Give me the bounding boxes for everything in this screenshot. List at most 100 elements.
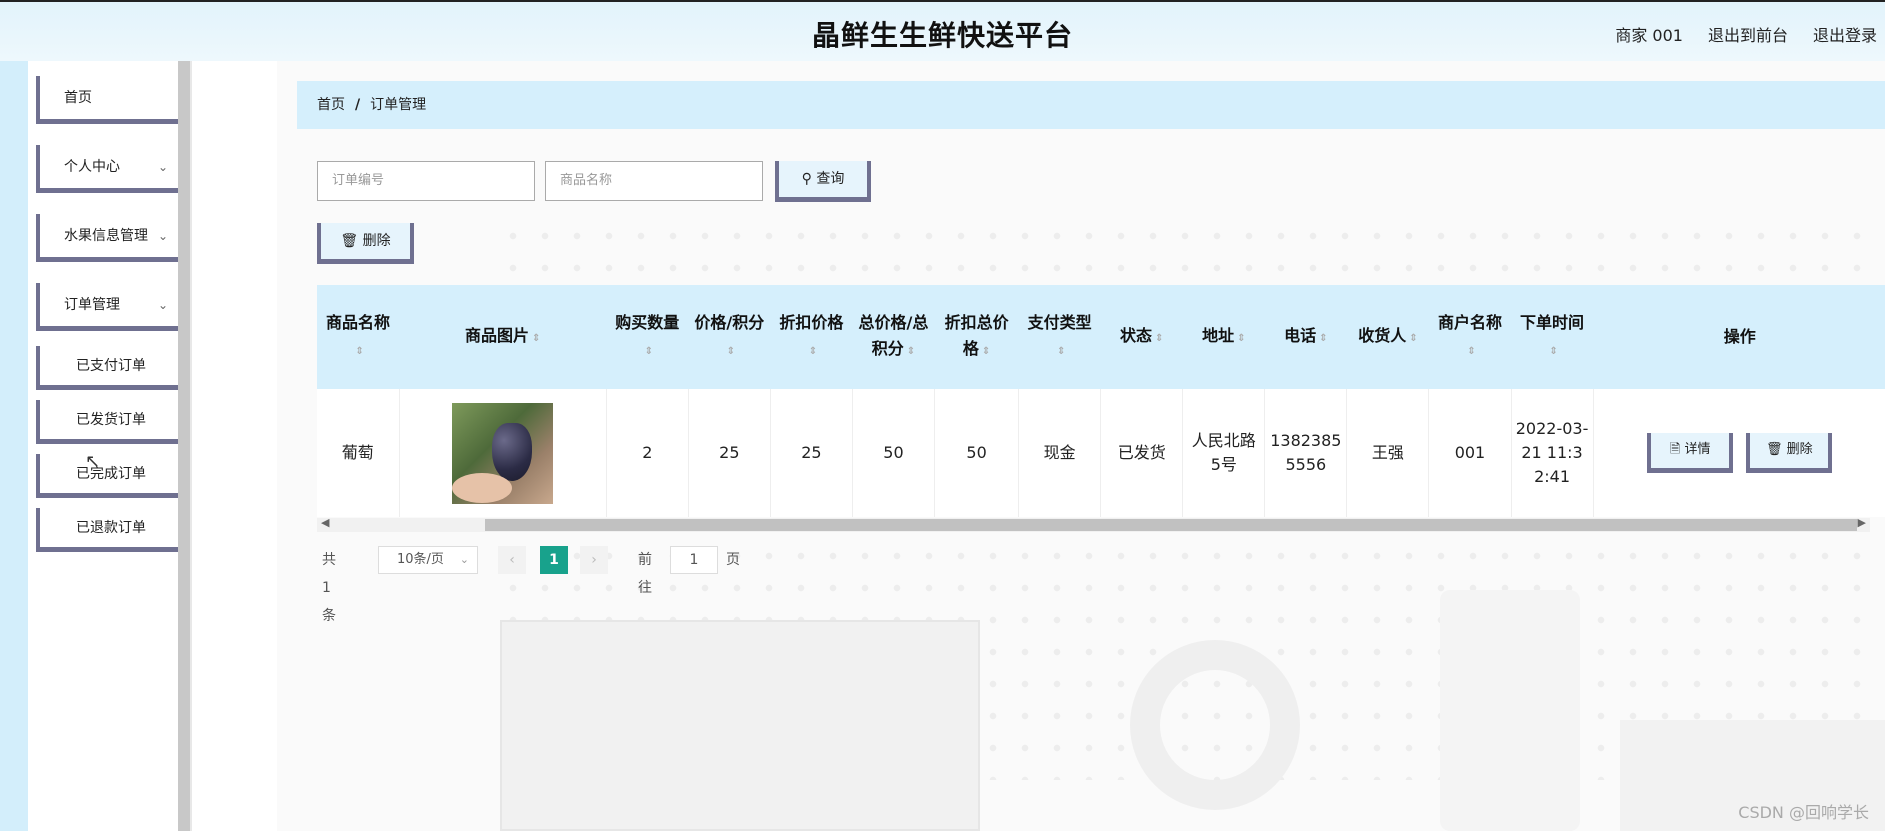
sidebar-subitem-shipped-orders[interactable]: 已发货订单	[36, 400, 186, 444]
column-header[interactable]: 商品图片 ⇕	[399, 285, 606, 389]
horizontal-scrollbar[interactable]: ◀ ▶	[317, 516, 1870, 532]
detail-button[interactable]: 🗎 详情	[1647, 433, 1734, 473]
watermark: CSDN @回响学长	[1738, 803, 1869, 822]
cell-pay-type: 现金	[1018, 389, 1102, 517]
cell-price: 25	[688, 389, 771, 517]
column-header[interactable]: 支付类型⇕	[1019, 285, 1101, 389]
orders-table: 商品名称⇕ 商品图片 ⇕ 购买数量⇕ 价格/积分⇕ 折扣价格⇕ 总价格/总积分 ⇕ …	[317, 285, 1885, 535]
page-number-current[interactable]: 1	[540, 546, 568, 574]
column-header[interactable]: 总价格/总积分 ⇕	[852, 285, 934, 389]
chevron-down-icon: ⌄	[157, 160, 168, 174]
scroll-left-icon[interactable]: ◀	[321, 516, 329, 529]
breadcrumb-home[interactable]: 首页	[317, 97, 345, 113]
scrollbar-thumb[interactable]	[485, 519, 1857, 531]
sidebar-item-label: 首页	[64, 90, 92, 106]
sidebar-subitem-refunded-orders[interactable]: 已退款订单	[36, 508, 186, 552]
sort-icon[interactable]: ⇕	[645, 346, 653, 357]
trash-icon: 🗑	[340, 233, 359, 249]
trash-icon: 🗑	[1765, 442, 1783, 457]
sidebar-subitem-completed-orders[interactable]: 已完成订单	[36, 454, 186, 498]
sidebar-item-fruit-info[interactable]: 水果信息管理 ⌄	[36, 214, 186, 262]
sort-icon[interactable]: ⇕	[1467, 346, 1475, 357]
sort-icon[interactable]: ⇕	[355, 346, 363, 357]
cell-product-image	[399, 389, 607, 517]
sidebar-item-order-management[interactable]: 订单管理 ⌄	[36, 283, 186, 331]
detail-button-label: 详情	[1684, 442, 1711, 457]
sidebar-item-label: 订单管理	[64, 297, 120, 313]
product-name-input[interactable]: 商品名称	[545, 161, 763, 201]
column-header[interactable]: 地址 ⇕	[1183, 285, 1265, 389]
query-button-label: 查询	[816, 171, 845, 187]
sort-icon[interactable]: ⇕	[907, 346, 915, 357]
column-header[interactable]: 折扣总价格 ⇕	[935, 285, 1019, 389]
column-header[interactable]: 折扣价格⇕	[770, 285, 852, 389]
background-tray-image	[500, 620, 980, 831]
query-button[interactable]: ⚲ 查询	[775, 161, 871, 202]
cell-merchant: 001	[1428, 389, 1512, 517]
page-unit-label: 页	[726, 552, 740, 568]
cell-receiver: 王强	[1346, 389, 1430, 517]
exit-to-frontend-link[interactable]: 退出到前台	[1708, 22, 1788, 46]
sort-icon[interactable]: ⇕	[1319, 333, 1327, 344]
sort-icon[interactable]: ⇕	[532, 333, 540, 344]
cell-total-price: 50	[852, 389, 936, 517]
sort-icon[interactable]: ⇕	[1237, 333, 1245, 344]
sidebar-item-home[interactable]: 首页	[36, 76, 186, 124]
page-size-select[interactable]: 10条/页 ⌄	[378, 546, 478, 574]
column-header[interactable]: 状态 ⇕	[1101, 285, 1183, 389]
column-header[interactable]: 下单时间⇕	[1511, 285, 1593, 389]
mouse-cursor-icon: ↖	[85, 451, 101, 472]
sort-icon[interactable]: ⇕	[1549, 346, 1557, 357]
prev-page-button[interactable]: ‹	[498, 546, 526, 574]
column-header[interactable]: 价格/积分⇕	[688, 285, 770, 389]
cell-status: 已发货	[1100, 389, 1184, 517]
sort-icon[interactable]: ⇕	[982, 346, 990, 357]
order-number-input[interactable]: 订单编号	[317, 161, 535, 201]
pagination-total: 共 1 条	[322, 552, 336, 624]
sort-icon[interactable]: ⇕	[1155, 333, 1163, 344]
chevron-down-icon: ⌄	[157, 298, 168, 312]
document-icon: 🗎	[1669, 442, 1681, 457]
breadcrumb-separator: /	[355, 97, 361, 113]
sidebar: 首页 个人中心 ⌄ 水果信息管理 ⌄ 订单管理 ⌄ 已支付订单 已发货订单 已完…	[28, 61, 186, 831]
column-header[interactable]: 商品名称⇕	[317, 285, 399, 389]
scroll-right-icon[interactable]: ▶	[1858, 516, 1866, 529]
row-delete-label: 删除	[1786, 442, 1813, 457]
logout-link[interactable]: 退出登录	[1813, 22, 1877, 46]
column-header[interactable]: 购买数量⇕	[606, 285, 688, 389]
cell-phone: 13823855556	[1264, 389, 1348, 517]
column-header[interactable]: 商户名称⇕	[1429, 285, 1511, 389]
left-decor-strip	[0, 61, 28, 831]
top-header: 晶鲜生生鲜快送平台 商家 001 退出到前台 退出登录	[0, 0, 1885, 61]
sort-icon[interactable]: ⇕	[1057, 346, 1065, 357]
sidebar-item-personal-center[interactable]: 个人中心 ⌄	[36, 145, 186, 193]
header-links: 商家 001 退出到前台 退出登录	[1615, 22, 1877, 46]
next-page-button[interactable]: ›	[580, 546, 608, 574]
merchant-account-link[interactable]: 商家 001	[1615, 22, 1683, 46]
cell-product-name: 葡萄	[317, 389, 400, 517]
grape-product-image	[452, 402, 554, 504]
background-ring-image	[1130, 640, 1300, 810]
main-gutter	[192, 61, 277, 831]
site-title: 晶鲜生生鲜快送平台	[811, 19, 1073, 52]
column-header[interactable]: 电话 ⇕	[1265, 285, 1347, 389]
row-delete-button[interactable]: 🗑 删除	[1746, 433, 1833, 473]
background-jar-image	[1440, 590, 1580, 831]
sort-icon[interactable]: ⇕	[1409, 333, 1417, 344]
sidebar-divider	[178, 61, 193, 831]
breadcrumb: 首页 / 订单管理	[297, 81, 1885, 129]
chevron-down-icon: ⌄	[459, 553, 469, 566]
cell-actions: 🗎 详情 🗑 删除	[1593, 389, 1885, 517]
sidebar-subitem-paid-orders[interactable]: 已支付订单	[36, 346, 186, 390]
sidebar-item-label: 水果信息管理	[64, 228, 148, 244]
chevron-down-icon: ⌄	[157, 229, 168, 243]
table-row: 葡萄 2 25 25 50 50 现金 已发货 人民北路5号 138238555…	[317, 389, 1885, 517]
cell-address: 人民北路5号	[1182, 389, 1266, 517]
column-header[interactable]: 收货人 ⇕	[1347, 285, 1429, 389]
bulk-delete-button[interactable]: 🗑 删除	[317, 223, 414, 264]
goto-page-input[interactable]: 1	[670, 546, 718, 574]
column-header-actions: 操作	[1723, 327, 1756, 346]
sort-icon[interactable]: ⇕	[809, 346, 817, 357]
cell-order-time: 2022-03-21 11:32:41	[1511, 389, 1594, 517]
sort-icon[interactable]: ⇕	[727, 346, 735, 357]
